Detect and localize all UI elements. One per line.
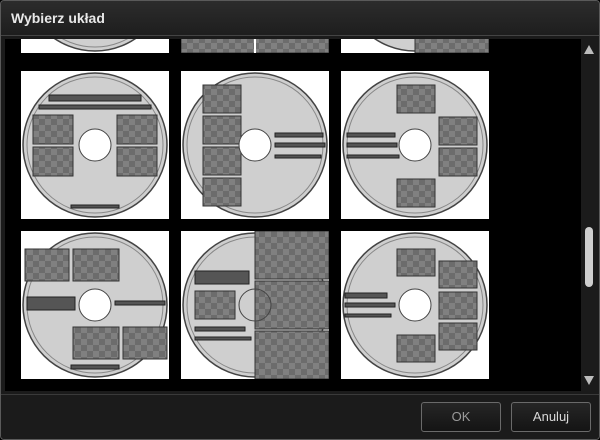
layout-thumbnail[interactable]: [341, 39, 489, 53]
layout-thumbnail[interactable]: [181, 71, 329, 219]
layout-grid: [5, 39, 581, 391]
dialog-footer: OK Anuluj: [1, 394, 599, 439]
layout-thumbnail[interactable]: [341, 71, 489, 219]
scrollbar-thumb[interactable]: [585, 227, 593, 287]
vertical-scrollbar[interactable]: [582, 39, 596, 391]
layout-thumbnail[interactable]: [21, 39, 169, 53]
layout-dialog: Wybierz układ OK Anuluj: [0, 0, 600, 440]
layout-thumbnail[interactable]: [181, 231, 329, 379]
scroll-down-arrow-icon[interactable]: [584, 376, 594, 385]
scroll-up-arrow-icon[interactable]: [584, 45, 594, 54]
layout-thumbnail[interactable]: [181, 39, 329, 53]
layout-thumbnail[interactable]: [341, 231, 489, 379]
ok-button[interactable]: OK: [421, 402, 501, 432]
title-bar: Wybierz układ: [1, 1, 599, 36]
layout-thumbnail[interactable]: [21, 71, 169, 219]
cancel-button[interactable]: Anuluj: [511, 402, 591, 432]
layout-thumbnail[interactable]: [21, 231, 169, 379]
dialog-title: Wybierz układ: [11, 10, 105, 26]
